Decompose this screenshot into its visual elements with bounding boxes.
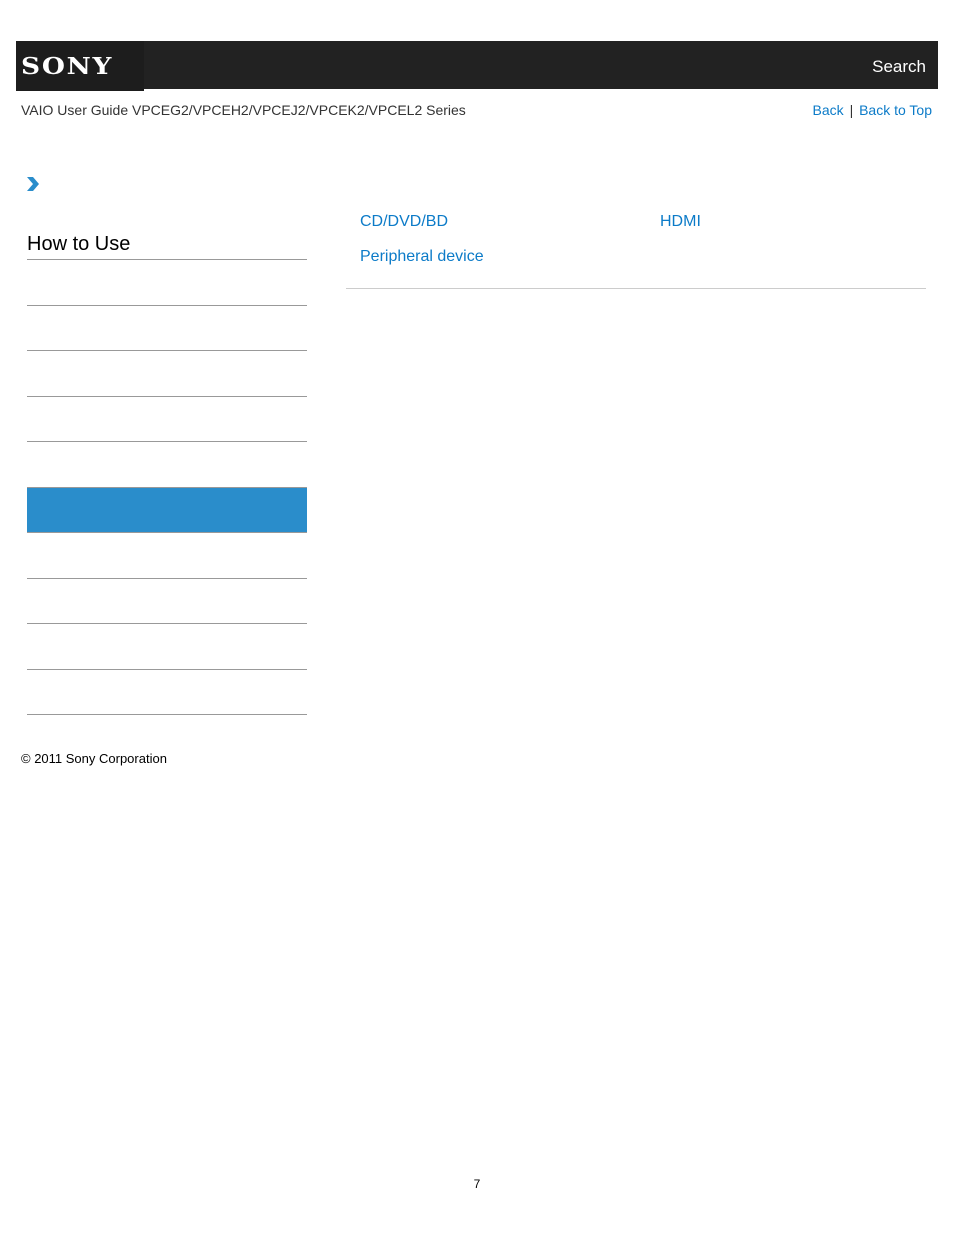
- sidebar-item[interactable]: [27, 533, 307, 579]
- back-to-top-link[interactable]: Back to Top: [859, 102, 932, 118]
- link-peripheral-device[interactable]: Peripheral device: [360, 248, 484, 266]
- header-bar: [16, 41, 938, 89]
- copyright: © 2011 Sony Corporation: [21, 751, 167, 766]
- chevron-right-icon: [27, 177, 39, 191]
- top-nav: Back | Back to Top: [813, 102, 932, 118]
- sidebar-item[interactable]: [27, 306, 307, 351]
- link-hdmi[interactable]: HDMI: [660, 213, 701, 231]
- sony-logo[interactable]: SONY: [16, 41, 144, 91]
- sidebar-nav: [27, 260, 307, 715]
- back-link[interactable]: Back: [813, 102, 844, 118]
- sidebar-item[interactable]: [27, 260, 307, 306]
- sidebar-heading: How to Use: [27, 233, 131, 255]
- sidebar-item[interactable]: [27, 397, 307, 442]
- sidebar-item-selected[interactable]: [27, 487, 307, 533]
- sidebar-item[interactable]: [27, 579, 307, 624]
- sony-logo-text: SONY: [21, 52, 114, 80]
- guide-title: VAIO User Guide VPCEG2/VPCEH2/VPCEJ2/VPC…: [21, 102, 466, 118]
- page-number: 7: [473, 1177, 481, 1191]
- link-cd-dvd-bd[interactable]: CD/DVD/BD: [360, 213, 448, 231]
- nav-separator: |: [849, 102, 854, 118]
- search-link[interactable]: Search: [872, 57, 926, 77]
- sidebar-item[interactable]: [27, 351, 307, 397]
- sidebar-item[interactable]: [27, 624, 307, 670]
- sidebar-item[interactable]: [27, 442, 307, 488]
- content-divider: [346, 288, 926, 289]
- sidebar-item[interactable]: [27, 670, 307, 715]
